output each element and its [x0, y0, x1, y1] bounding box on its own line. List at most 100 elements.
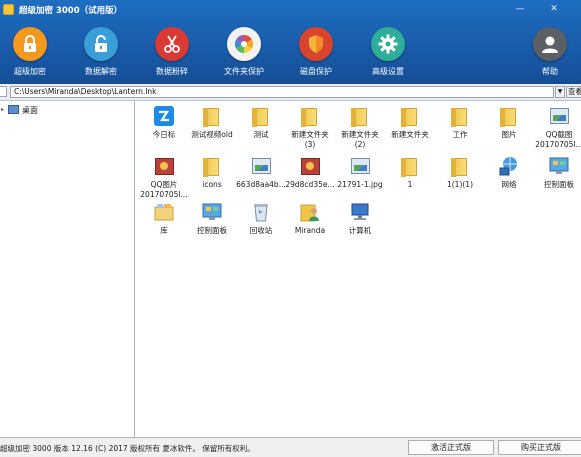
- folder-icon: [250, 105, 272, 127]
- pinwheel-icon: [227, 27, 261, 61]
- shield-icon: [299, 27, 333, 61]
- buy-button[interactable]: 购买正式版: [498, 440, 581, 455]
- file-name: 图片: [501, 130, 517, 139]
- file-name: 1: [407, 180, 413, 189]
- file-name: 新建文件夹 (2): [341, 130, 379, 149]
- encrypt-label: 超级加密: [14, 67, 46, 76]
- help-label: 帮助: [542, 67, 558, 76]
- folder-icon: [399, 105, 421, 127]
- file-item[interactable]: QQ截图 20170705l...: [533, 105, 581, 150]
- file-name: 21791-1.jpg: [337, 180, 383, 189]
- folder-icon: [449, 155, 471, 177]
- file-item[interactable]: 测试视频old: [186, 105, 238, 140]
- activate-button[interactable]: 激活正式版: [408, 440, 494, 455]
- image-icon: [349, 155, 371, 177]
- folder-icon: [201, 105, 223, 127]
- file-name: 控制面板: [197, 226, 227, 235]
- file-name: 新建文件夹: [391, 130, 429, 139]
- file-item[interactable]: 新建文件夹 (2): [334, 105, 386, 150]
- computer-icon: [349, 201, 371, 223]
- file-item[interactable]: 控制面板: [186, 201, 238, 236]
- minimize-button[interactable]: —: [511, 2, 529, 16]
- folder-protect-button[interactable]: 文件夹保护: [214, 27, 274, 77]
- unlock-icon: [84, 27, 118, 61]
- file-item[interactable]: 1(1)(1): [434, 155, 486, 190]
- file-name: 计算机: [348, 226, 372, 235]
- file-item[interactable]: 控制面板: [533, 155, 581, 190]
- back-control[interactable]: [0, 86, 7, 97]
- file-item[interactable]: 新建文件夹 (3): [284, 105, 336, 150]
- file-item[interactable]: 今日标: [138, 105, 190, 140]
- folder-icon: [299, 105, 321, 127]
- file-name: 29d8cd35e...: [285, 180, 335, 189]
- folder-icon: [399, 155, 421, 177]
- expand-icon[interactable]: ▸: [1, 106, 4, 113]
- app-blue-icon: [153, 105, 175, 127]
- disk-protect-button[interactable]: 磁盘保护: [286, 27, 346, 77]
- file-item[interactable]: 663d8aa4b...: [235, 155, 287, 190]
- file-item[interactable]: 21791-1.jpg: [334, 155, 386, 190]
- file-item[interactable]: 测试: [235, 105, 287, 140]
- advanced-settings-label: 高级设置: [372, 67, 404, 76]
- file-name: 1(1)(1): [446, 180, 474, 189]
- file-item[interactable]: 新建文件夹: [384, 105, 436, 140]
- file-name: 今日标: [152, 130, 176, 139]
- folder-icon: [349, 105, 371, 127]
- header: 超级加密 3000（试用版） — ✕ 超级加密 数据解密 数据粉碎 文件夹保护 …: [0, 0, 581, 84]
- file-item[interactable]: Miranda: [284, 201, 336, 236]
- file-name: icons: [202, 180, 222, 189]
- photo-icon: [153, 155, 175, 177]
- file-name: 测试: [253, 130, 269, 139]
- path-input[interactable]: C:\Users\Miranda\Desktop\Lantern.lnk: [10, 86, 554, 98]
- file-name: 回收站: [249, 226, 273, 235]
- status-text: 超级加密 3000 版本 12.16 (C) 2017 版权所有 夏冰软件。 保…: [0, 444, 255, 453]
- user-icon: [533, 27, 567, 61]
- file-item[interactable]: 库: [138, 201, 190, 236]
- advanced-settings-button[interactable]: 高级设置: [358, 27, 418, 77]
- shred-label: 数据粉碎: [156, 67, 188, 76]
- folder-icon: [201, 155, 223, 177]
- tree-item-desktop[interactable]: ▸ 桌面: [0, 104, 130, 116]
- file-name: 新建文件夹 (3): [291, 130, 329, 149]
- file-name: Miranda: [294, 226, 326, 235]
- desktop-icon: [8, 105, 19, 114]
- file-item[interactable]: 1: [384, 155, 436, 190]
- path-dropdown-button[interactable]: ▼: [555, 86, 565, 98]
- lock-icon: [13, 27, 47, 61]
- app-logo-icon: [3, 4, 14, 15]
- scissors-icon: [155, 27, 189, 61]
- file-item[interactable]: 回收站: [235, 201, 287, 236]
- image-icon: [250, 155, 272, 177]
- network-icon: [498, 155, 520, 177]
- file-item[interactable]: 网络: [483, 155, 535, 190]
- gear-icon: [371, 27, 405, 61]
- file-name: 控制面板: [544, 180, 574, 189]
- file-item[interactable]: 计算机: [334, 201, 386, 236]
- file-name: QQ图片 20170705l...: [140, 180, 188, 199]
- image-icon: [548, 105, 570, 127]
- toolbar: 超级加密 数据解密 数据粉碎 文件夹保护 磁盘保护 高级设置 帮助: [0, 22, 581, 84]
- file-item[interactable]: QQ图片 20170705l...: [138, 155, 190, 200]
- folder-protect-label: 文件夹保护: [224, 67, 264, 76]
- file-name: 663d8aa4b...: [236, 180, 286, 189]
- shred-button[interactable]: 数据粉碎: [142, 27, 202, 77]
- file-item[interactable]: 工作: [434, 105, 486, 140]
- file-item[interactable]: 29d8cd35e...: [284, 155, 336, 190]
- control-panel-icon: [201, 201, 223, 223]
- status-bar: 超级加密 3000 版本 12.16 (C) 2017 版权所有 夏冰软件。 保…: [0, 437, 581, 457]
- decrypt-label: 数据解密: [85, 67, 117, 76]
- folder-icon: [449, 105, 471, 127]
- file-item[interactable]: 图片: [483, 105, 535, 140]
- file-item[interactable]: icons: [186, 155, 238, 190]
- decrypt-button[interactable]: 数据解密: [71, 27, 131, 77]
- close-button[interactable]: ✕: [545, 2, 563, 16]
- address-bar: C:\Users\Miranda\Desktop\Lantern.lnk ▼ 查…: [0, 84, 581, 101]
- user-folder-icon: [299, 201, 321, 223]
- file-name: 测试视频old: [191, 130, 233, 139]
- help-button[interactable]: 帮助: [520, 27, 580, 77]
- file-name: 工作: [452, 130, 468, 139]
- encrypt-button[interactable]: 超级加密: [0, 27, 60, 77]
- view-button[interactable]: 查看: [566, 86, 581, 98]
- control-panel-icon: [548, 155, 570, 177]
- file-list: 今日标 测试视频old 测试 新建文件夹 (3) 新建文件夹 (2) 新建文件夹 工作 图片 Q…: [138, 101, 581, 437]
